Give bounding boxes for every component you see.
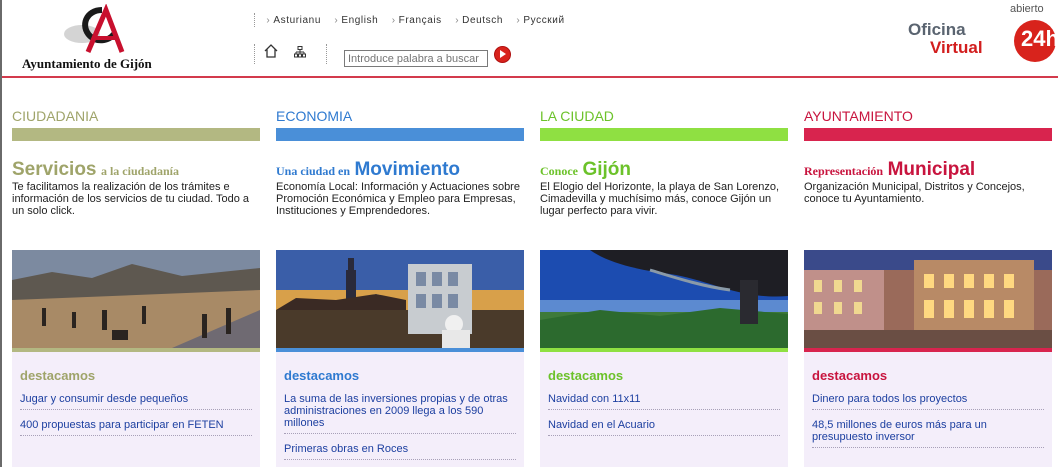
column-description: Economía Local: Información y Actuacione… xyxy=(276,181,520,217)
lang-asturianu[interactable]: Asturianu xyxy=(266,15,321,26)
destacamos-box: destacamos Navidad con 11x11 Navidad en … xyxy=(540,352,788,467)
column-la-ciudad: LA CIUDAD Conoce Gijón El Elogio del Hor… xyxy=(540,106,788,467)
virtual-label: Virtual xyxy=(930,38,983,57)
destacamos-label: destacamos xyxy=(284,368,360,383)
column-photo[interactable] xyxy=(540,250,788,348)
header: Ayuntamiento de Gijón Asturianu English … xyxy=(2,0,1058,76)
hours-label: 24h xyxy=(1021,26,1058,51)
divider xyxy=(254,13,255,27)
search-button[interactable] xyxy=(494,46,511,63)
promenade-photo xyxy=(12,250,260,348)
search-input[interactable] xyxy=(344,50,488,67)
heading-big: Municipal xyxy=(887,159,976,180)
news-link[interactable]: Primeras obras en Roces xyxy=(284,440,516,460)
heading-small: a la ciudadanía xyxy=(100,164,179,178)
news-link[interactable]: Navidad con 11x11 xyxy=(548,390,780,410)
column-description: El Elogio del Horizonte, la playa de San… xyxy=(540,181,780,217)
column-description: Organización Municipal, Distritos y Conc… xyxy=(804,181,1025,205)
divider xyxy=(326,44,327,64)
lang-francais[interactable]: Français xyxy=(392,15,442,26)
heading-small: Conoce xyxy=(540,164,578,178)
column-title[interactable]: ECONOMIA xyxy=(276,106,524,126)
destacamos-box: destacamos La suma de las inversiones pr… xyxy=(276,352,524,467)
news-link[interactable]: Navidad en el Acuario xyxy=(548,416,780,436)
news-link[interactable]: 48,5 millones de euros más para un presu… xyxy=(812,416,1044,448)
column-heading[interactable]: Conoce Gijón xyxy=(540,159,788,181)
news-link[interactable]: 400 propuestas para participar en FETEN xyxy=(20,416,252,436)
destacamos-label: destacamos xyxy=(548,368,624,383)
column-description: Te facilitamos la realización de los trá… xyxy=(12,181,250,217)
heading-small: Representación xyxy=(804,164,884,178)
sunset-buildings-photo xyxy=(276,250,524,348)
column-ayuntamiento: AYUNTAMIENTO Representación Municipal Or… xyxy=(804,106,1052,467)
column-photo[interactable] xyxy=(12,250,260,348)
destacamos-label: destacamos xyxy=(20,368,96,383)
column-economia: ECONOMIA Una ciudad en Movimiento Econom… xyxy=(276,106,524,467)
column-photo[interactable] xyxy=(804,250,1052,348)
header-divider xyxy=(2,76,1058,78)
divider xyxy=(254,44,255,64)
column-color-bar xyxy=(12,128,260,141)
heading-small: Una ciudad en xyxy=(276,164,351,178)
column-heading[interactable]: Servicios a la ciudadanía xyxy=(12,159,260,181)
oficina-label: Oficina xyxy=(908,20,966,39)
logo-emblem-icon xyxy=(64,4,125,53)
oficina-virtual-link[interactable]: Oficina Virtual abierto 24h xyxy=(902,3,1058,72)
destacamos-box: destacamos Dinero para todos los proyect… xyxy=(804,352,1052,467)
clock-24h-icon: 24h xyxy=(1014,20,1058,62)
column-ciudadania: CIUDADANIA Servicios a la ciudadanía Te … xyxy=(12,106,260,467)
heading-big: Gijón xyxy=(582,159,632,180)
lang-russian[interactable]: Русский xyxy=(516,15,564,26)
city-logo[interactable]: Ayuntamiento de Gijón xyxy=(16,4,186,71)
column-color-bar xyxy=(540,128,788,141)
org-name: Ayuntamiento de Gijón xyxy=(22,56,152,71)
destacamos-label: destacamos xyxy=(812,368,888,383)
column-title[interactable]: LA CIUDAD xyxy=(540,106,788,126)
town-hall-photo xyxy=(804,250,1052,348)
heading-big: Servicios xyxy=(12,159,97,180)
sculpture-coast-photo xyxy=(540,250,788,348)
lang-english[interactable]: English xyxy=(334,15,378,26)
news-link[interactable]: Dinero para todos los proyectos xyxy=(812,390,1044,410)
column-color-bar xyxy=(804,128,1052,141)
column-photo[interactable] xyxy=(276,250,524,348)
news-link[interactable]: La suma de las inversiones propias y de … xyxy=(284,390,516,434)
abierto-label: abierto xyxy=(1010,3,1044,15)
column-heading[interactable]: Representación Municipal xyxy=(804,159,1052,181)
column-color-bar xyxy=(276,128,524,141)
home-icon[interactable] xyxy=(264,44,278,58)
heading-big: Movimiento xyxy=(354,159,461,180)
column-heading[interactable]: Una ciudad en Movimiento xyxy=(276,159,524,181)
lang-deutsch[interactable]: Deutsch xyxy=(455,15,503,26)
destacamos-box: destacamos Jugar y consumir desde pequeñ… xyxy=(12,352,260,467)
language-bar: Asturianu English Français Deutsch Русск… xyxy=(254,13,575,27)
column-title[interactable]: CIUDADANIA xyxy=(12,106,260,126)
sitemap-icon[interactable] xyxy=(294,46,306,58)
column-title[interactable]: AYUNTAMIENTO xyxy=(804,106,1052,126)
news-link[interactable]: Jugar y consumir desde pequeños xyxy=(20,390,252,410)
